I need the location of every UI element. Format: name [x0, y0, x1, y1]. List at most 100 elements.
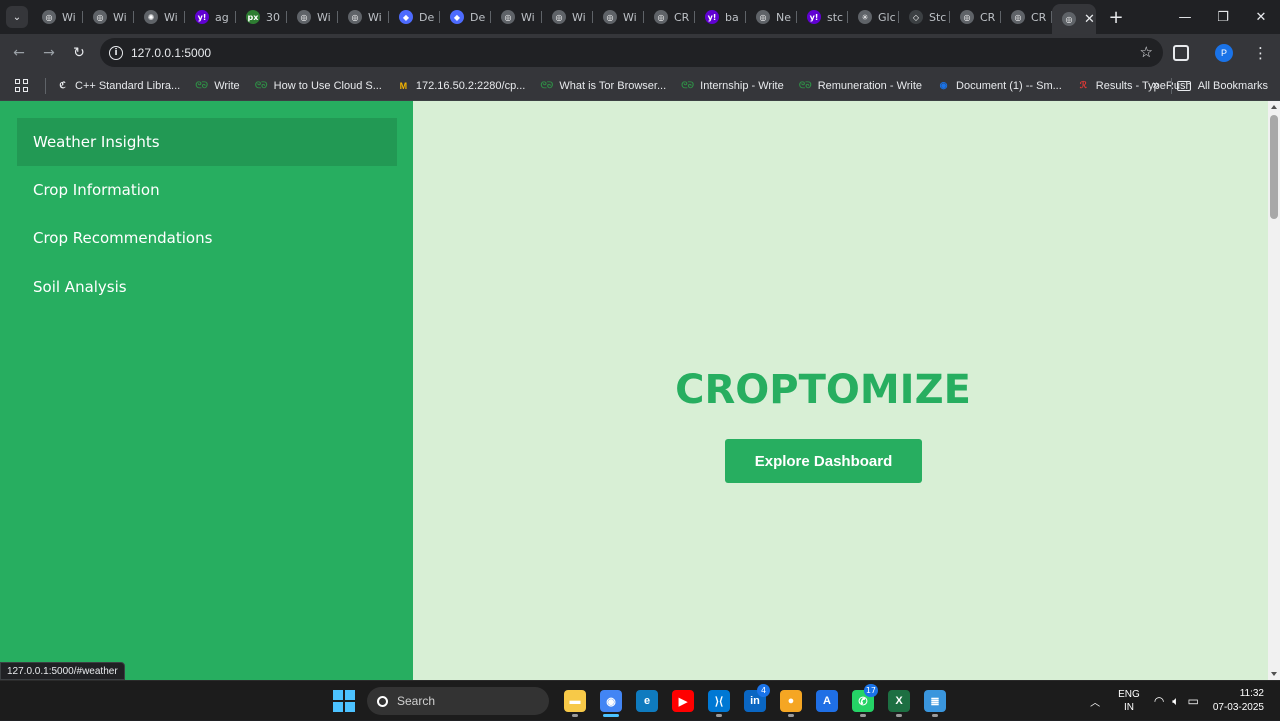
tab[interactable]: ◎ Wi: [338, 4, 389, 30]
tab-title: De: [419, 10, 435, 24]
bookmark-item[interactable]: ℛ Results - TypeRush: [1077, 79, 1192, 92]
taskbar-app-vscode[interactable]: ⟩⟨: [701, 683, 737, 719]
menu-kebab-icon[interactable]: ⋮: [1253, 44, 1268, 62]
new-tab-button[interactable]: +: [1106, 7, 1126, 28]
tab[interactable]: ◎ Wi: [287, 4, 338, 30]
running-indicator: [603, 714, 619, 717]
apps-grid-icon[interactable]: [15, 78, 29, 93]
taskbar-app-file-explorer[interactable]: ▬: [557, 683, 593, 719]
forward-button[interactable]: →: [34, 38, 64, 68]
tab[interactable]: ◎ Wi: [593, 4, 644, 30]
bookmark-star-icon[interactable]: ☆: [1140, 43, 1153, 61]
running-indicator: [572, 714, 578, 717]
taskbar-app-linkedin[interactable]: in 4: [737, 683, 773, 719]
sidebar-item-crop-information[interactable]: Crop Information: [17, 166, 397, 214]
tab[interactable]: ✳ Glc: [848, 4, 899, 30]
globe-icon: ◎: [93, 10, 107, 24]
tab[interactable]: ◎ CR: [644, 4, 695, 30]
scroll-thumb[interactable]: [1270, 115, 1278, 219]
running-indicator: [716, 714, 722, 717]
taskbar-app-app-store[interactable]: A: [809, 683, 845, 719]
scroll-down-icon[interactable]: [1271, 672, 1277, 676]
close-tab-icon[interactable]: ✕: [1084, 12, 1095, 27]
tab[interactable]: ◆ De: [389, 4, 440, 30]
profile-avatar[interactable]: P: [1215, 43, 1233, 62]
tab[interactable]: ◎ Wi: [32, 4, 83, 30]
tab-title: 30: [266, 10, 280, 24]
page-scrollbar[interactable]: [1268, 101, 1280, 680]
deepseek-icon: ◆: [450, 10, 464, 24]
taskbar-app-chrome[interactable]: ◉: [593, 683, 629, 719]
language-indicator[interactable]: ENG IN: [1118, 688, 1140, 714]
bookmark-item[interactable]: ᘓᘐ How to Use Cloud S...: [255, 79, 382, 92]
tab[interactable]: ◎ Ne: [746, 4, 797, 30]
tab-title: Wi: [623, 10, 637, 24]
tab[interactable]: ◎ Wi: [491, 4, 542, 30]
tab-search-button[interactable]: ⌄: [6, 6, 28, 28]
tab-title: ba: [725, 10, 739, 24]
tab-title: De: [470, 10, 486, 24]
bookmark-item[interactable]: ◉ Document (1) -- Sm...: [937, 79, 1062, 92]
tab[interactable]: y! ba: [695, 4, 746, 30]
volume-icon[interactable]: 🔈︎: [1172, 694, 1179, 709]
typerush-icon: ℛ: [1079, 80, 1087, 90]
all-bookmarks-button[interactable]: All Bookmarks: [1176, 80, 1268, 92]
bookmark-item[interactable]: ᘓᘐ Write: [195, 79, 239, 92]
tab-active[interactable]: ◎ ✕: [1052, 4, 1096, 34]
more-bookmarks-button[interactable]: »: [1152, 78, 1160, 93]
tab[interactable]: ◎ CR: [950, 4, 1001, 30]
close-window-button[interactable]: ✕: [1242, 0, 1280, 34]
restore-button[interactable]: ❐: [1204, 0, 1242, 34]
taskbar-app-youtube[interactable]: ▶: [665, 683, 701, 719]
scroll-up-icon[interactable]: [1271, 105, 1277, 109]
tab[interactable]: ◇ Stc: [899, 4, 950, 30]
bookmark-item[interactable]: ᘓᘐ What is Tor Browser...: [540, 79, 667, 92]
extensions-icon[interactable]: [1173, 44, 1189, 61]
cpp-icon: ℭ: [59, 80, 66, 90]
smallpdf-icon: ◉: [939, 80, 948, 90]
sidebar-item-weather-insights[interactable]: Weather Insights: [17, 118, 397, 166]
tab[interactable]: ◎ Wi: [542, 4, 593, 30]
tab-title: ag: [215, 10, 229, 24]
taskbar-app-whatsapp[interactable]: ✆ 17: [845, 683, 881, 719]
youtube-icon: ▶: [672, 690, 694, 712]
tab[interactable]: px 30: [236, 4, 287, 30]
chevron-up-icon[interactable]: ︿: [1090, 694, 1100, 709]
tab[interactable]: y! stc: [797, 4, 848, 30]
globe-icon: ◎: [603, 10, 617, 24]
back-button[interactable]: ←: [4, 38, 34, 68]
sidebar-item-soil-analysis[interactable]: Soil Analysis: [17, 263, 397, 311]
bookmark-label: What is Tor Browser...: [559, 79, 667, 92]
windows-start-icon[interactable]: [333, 690, 355, 712]
tab[interactable]: ◆ De: [440, 4, 491, 30]
site-info-icon[interactable]: i: [109, 45, 123, 60]
taskbar-app-medal[interactable]: ●: [773, 683, 809, 719]
bookmark-item[interactable]: ℭ C++ Standard Libra...: [56, 79, 180, 92]
tab[interactable]: ◎ Wi: [83, 4, 134, 30]
address-url[interactable]: 127.0.0.1:5000: [131, 46, 211, 60]
bookmark-item[interactable]: ᘓᘐ Internship - Write: [681, 79, 783, 92]
tab[interactable]: ✺ Wi: [134, 4, 185, 30]
bookmarks-divider: [45, 77, 46, 94]
tab[interactable]: y! ag: [185, 4, 236, 30]
taskbar-apps: Search ▬ ◉ e ▶ ⟩⟨ in 4 ● A ✆ 17 X ≣: [333, 681, 953, 721]
explore-dashboard-button[interactable]: Explore Dashboard: [725, 439, 922, 483]
bookmark-label: 172.16.50.2:2280/cp...: [415, 79, 526, 92]
chrome-icon: ◉: [600, 690, 622, 712]
gfg-icon: ᘓᘐ: [254, 80, 268, 90]
tab[interactable]: ◎ CR: [1001, 4, 1052, 30]
wifi-icon[interactable]: ◠: [1154, 694, 1164, 708]
tab-title: Wi: [113, 10, 127, 24]
sidebar-item-crop-recommendations[interactable]: Crop Recommendations: [17, 214, 397, 262]
taskbar-search[interactable]: Search: [367, 687, 549, 715]
address-bar[interactable]: i 127.0.0.1:5000 ☆: [100, 38, 1163, 67]
minimize-button[interactable]: —: [1166, 0, 1204, 34]
taskbar-app-edge[interactable]: e: [629, 683, 665, 719]
taskbar-app-notepad[interactable]: ≣: [917, 683, 953, 719]
taskbar-app-excel[interactable]: X: [881, 683, 917, 719]
battery-icon[interactable]: ▭: [1188, 694, 1199, 708]
bookmark-item[interactable]: ᘓᘐ Remuneration - Write: [799, 79, 922, 92]
reload-button[interactable]: ↻: [64, 38, 94, 68]
bookmark-item[interactable]: M 172.16.50.2:2280/cp...: [397, 79, 526, 92]
clock[interactable]: 11:32 07-03-2025: [1213, 687, 1264, 715]
